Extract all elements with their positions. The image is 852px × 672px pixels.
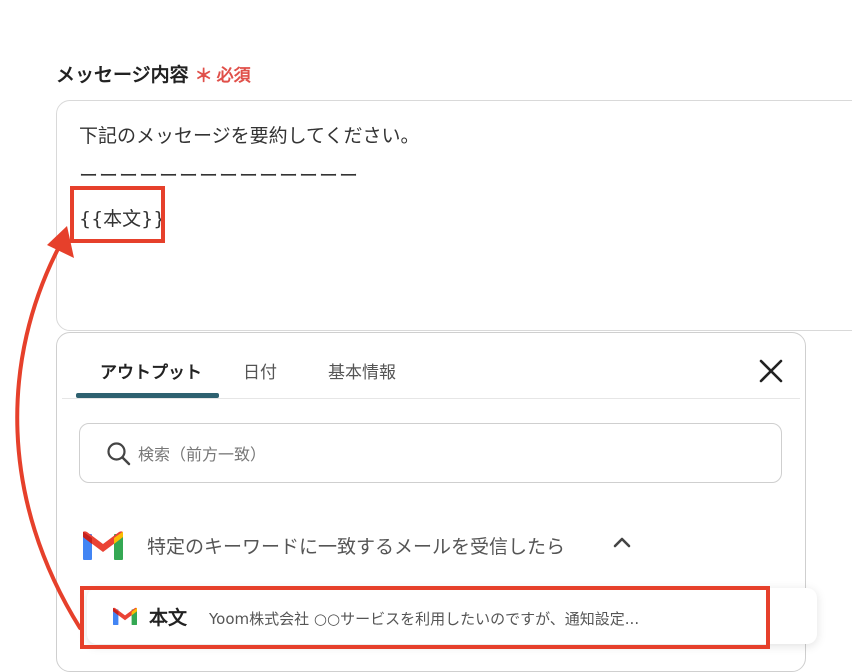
arrowhead-icon	[47, 226, 74, 258]
annotation-arrow	[15, 226, 82, 630]
